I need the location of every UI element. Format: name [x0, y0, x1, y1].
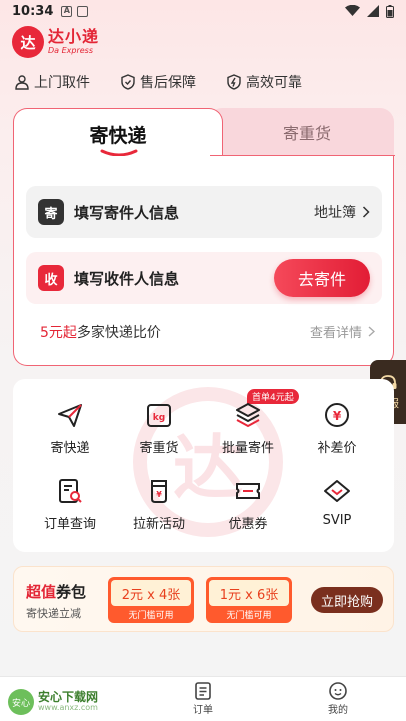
nav-orders-label: 订单	[193, 705, 213, 716]
coupon-card: 2元 x 4张 无门槛可用	[108, 577, 194, 623]
feature-label: 高效可靠	[246, 75, 302, 91]
coupon-card: 1元 x 6张 无门槛可用	[206, 577, 292, 623]
feature-label: 售后保障	[140, 75, 196, 91]
price-from: 5元起	[40, 325, 77, 341]
svg-text:kg: kg	[153, 413, 165, 423]
feature-aftersale: 售后保障	[120, 72, 196, 92]
signal-icon	[367, 5, 379, 17]
grid-label: 寄重货	[139, 441, 179, 456]
function-grid: 达 首单4元起 寄快递 kg 寄重货 批量寄件 ¥ 补差价 订单查询 ¥ 拉新活…	[13, 379, 394, 552]
brand-name: 达小递	[48, 27, 100, 46]
grid-label: SVIP	[322, 513, 352, 528]
grid-item-price-diff[interactable]: ¥ 补差价	[292, 401, 382, 461]
grid-item-svip[interactable]: SVIP	[292, 477, 382, 537]
order-list-icon	[195, 682, 211, 700]
status-sim-icon	[77, 5, 89, 17]
paper-plane-icon	[58, 404, 82, 427]
promo-title-highlight: 超值	[26, 583, 57, 601]
brand-logo: 达 达小递 Da Express	[12, 26, 99, 58]
chevron-right-icon	[362, 206, 370, 218]
grid-item-order-query[interactable]: 订单查询	[25, 477, 115, 537]
order-search-icon	[59, 479, 82, 503]
watermark-url: www.anxz.com	[38, 703, 98, 713]
grid-label: 补差价	[317, 441, 357, 456]
address-book-link[interactable]: 地址簿	[314, 202, 370, 222]
feature-label: 上门取件	[34, 75, 90, 91]
compare-label: 多家快递比价	[76, 325, 161, 341]
receiver-label: 填写收件人信息	[74, 269, 180, 288]
coupon-value: 1元 x 6张	[209, 580, 289, 606]
shield-icon	[121, 74, 135, 90]
shipping-tabs: 寄重货 寄快递	[13, 108, 394, 160]
grid-item-batch-send[interactable]: 批量寄件	[203, 401, 293, 461]
logo-icon: 达	[12, 26, 44, 58]
shipping-card: 寄 填写寄件人信息 地址簿 收 填写收件人信息 去寄件 5元起多家快递比价 查看…	[13, 155, 395, 366]
receiver-badge: 收	[38, 265, 64, 291]
ticket-icon	[236, 483, 260, 499]
grid-label: 优惠券	[228, 517, 268, 532]
feature-efficient: 高效可靠	[226, 72, 302, 92]
coupon-pack-banner[interactable]: 超值券包 寄快递立减 2元 x 4张 无门槛可用 1元 x 6张 无门槛可用 立…	[13, 566, 394, 632]
grid-label: 寄快递	[50, 441, 90, 456]
go-send-button[interactable]: 去寄件	[274, 259, 370, 297]
receiver-row[interactable]: 收 填写收件人信息 去寄件	[26, 252, 382, 304]
tab-heavy-cargo[interactable]: 寄重货	[208, 108, 394, 156]
diamond-icon	[324, 480, 350, 502]
feature-strip: 上门取件 售后保障 高效可靠	[14, 72, 394, 92]
nav-orders[interactable]: 订单	[173, 681, 233, 716]
status-time: 10:34	[12, 3, 54, 19]
grid-item-coupons[interactable]: 优惠券	[203, 477, 293, 537]
watermark-logo-icon: 安心	[8, 689, 34, 715]
tab-express[interactable]: 寄快递	[13, 108, 223, 160]
sender-label: 填写寄件人信息	[74, 203, 180, 222]
nav-mine-label: 我的	[328, 705, 348, 716]
chevron-right-icon	[368, 326, 375, 337]
yen-circle-icon: ¥	[325, 403, 349, 427]
coupon-note: 无门槛可用	[128, 611, 174, 621]
wifi-icon	[345, 5, 360, 16]
grid-item-referral[interactable]: ¥ 拉新活动	[114, 477, 204, 537]
kg-box-icon: kg	[147, 404, 171, 427]
nav-mine[interactable]: 我的	[308, 681, 368, 716]
lightning-icon	[227, 74, 241, 90]
sender-row[interactable]: 寄 填写寄件人信息 地址簿	[26, 186, 382, 238]
grid-label: 批量寄件	[221, 441, 274, 456]
buy-now-button[interactable]: 立即抢购	[311, 587, 383, 613]
svg-text:¥: ¥	[333, 409, 342, 423]
feature-pickup: 上门取件	[14, 72, 90, 92]
grid-label: 订单查询	[43, 517, 96, 532]
promo-subtitle: 寄快递立减	[26, 607, 81, 620]
battery-icon	[386, 4, 394, 18]
nav-home[interactable]: 安心 安心下载网 www.anxz.com	[8, 687, 118, 717]
status-bar: 10:34 A	[0, 0, 406, 22]
brand-subtitle: Da Express	[48, 46, 94, 55]
grid-item-heavy-cargo[interactable]: kg 寄重货	[114, 401, 204, 461]
stack-icon	[236, 403, 260, 428]
view-details-label: 查看详情	[309, 326, 362, 341]
price-compare-text: 5元起多家快递比价	[40, 322, 161, 342]
sender-badge: 寄	[38, 199, 64, 225]
person-icon	[15, 75, 29, 90]
status-a-icon: A	[61, 5, 73, 17]
bottom-nav: 安心 安心下载网 www.anxz.com 订单 我的	[0, 676, 406, 721]
grid-label: 拉新活动	[132, 517, 185, 532]
coupon-note: 无门槛可用	[226, 611, 272, 621]
coupon-value: 2元 x 4张	[111, 580, 191, 606]
cup-icon: ¥	[151, 480, 167, 503]
grid-item-send-express[interactable]: 寄快递	[25, 401, 115, 461]
promo-title-rest: 券包	[56, 583, 87, 601]
promo-title: 超值券包	[26, 581, 86, 602]
profile-icon	[329, 682, 347, 700]
tab-express-label: 寄快递	[89, 125, 147, 147]
status-right	[345, 4, 394, 18]
svg-text:¥: ¥	[156, 490, 162, 499]
address-book-label: 地址簿	[314, 205, 356, 221]
view-details-link[interactable]: 查看详情	[310, 322, 375, 341]
